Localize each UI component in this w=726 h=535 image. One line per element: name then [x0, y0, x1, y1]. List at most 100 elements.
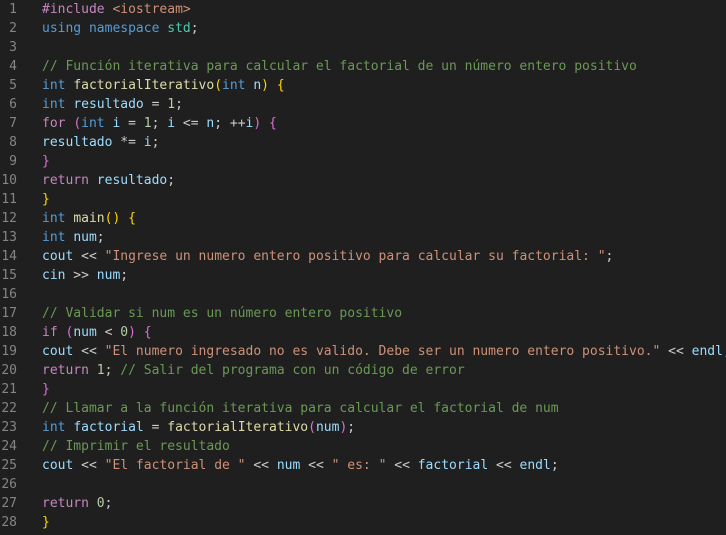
- code-token: ;: [96, 230, 105, 245]
- code-text: // Validar si num es un número entero po…: [42, 304, 402, 323]
- code-token: {: [143, 325, 152, 340]
- code-token: <iostream>: [112, 2, 191, 17]
- code-line[interactable]: 17 // Validar si num es un número entero …: [0, 304, 726, 323]
- code-token: int: [42, 78, 66, 93]
- code-token: // Llamar a la función iterativa para ca…: [42, 401, 559, 416]
- code-token: >>: [65, 268, 97, 283]
- code-line[interactable]: 10 return resultado;: [0, 171, 726, 190]
- line-number: 9: [9, 154, 17, 169]
- code-line[interactable]: 11}: [0, 190, 726, 209]
- code-token: int: [81, 116, 105, 131]
- code-line[interactable]: 1 #include <iostream>: [0, 0, 726, 19]
- code-token: "Ingrese un numero entero positivo para …: [104, 249, 606, 264]
- code-token: ; ++: [214, 116, 246, 131]
- code-token: <=: [175, 116, 207, 131]
- code-text: cin >> num;: [42, 266, 128, 285]
- code-line[interactable]: 22 // Llamar a la función iterativa para …: [0, 399, 726, 418]
- code-text: for (int i = 1; i <= n; ++i) {: [42, 114, 277, 133]
- code-line[interactable]: 15 cin >> num;: [0, 266, 726, 285]
- code-line[interactable]: 5 int factorialIterativo(int n) {: [0, 76, 726, 95]
- line-number: 24: [1, 439, 17, 454]
- code-token: num: [276, 458, 301, 473]
- code-token: "El factorial de ": [104, 458, 246, 473]
- line-number: 20: [1, 363, 17, 378]
- code-text: // Imprimir el resultado: [42, 437, 230, 456]
- code-token: #include: [42, 2, 105, 17]
- code-line[interactable]: 19 cout << "El numero ingresado no es val…: [0, 342, 726, 361]
- code-line[interactable]: 26: [0, 475, 726, 494]
- code-token: <<: [386, 458, 418, 473]
- code-token: int: [42, 97, 66, 112]
- line-number: 19: [1, 344, 17, 359]
- code-line[interactable]: 13 int num;: [0, 228, 726, 247]
- code-token: <<: [73, 344, 105, 359]
- code-token: =: [143, 420, 168, 435]
- code-line[interactable]: 25 cout << "El factorial de " << num << "…: [0, 456, 726, 475]
- line-number: 25: [1, 458, 17, 473]
- code-line[interactable]: 2 using namespace std;: [0, 19, 726, 38]
- code-text: // Función iterativa para calcular el fa…: [42, 57, 637, 76]
- line-number: 23: [1, 420, 17, 435]
- code-token: {: [276, 78, 285, 93]
- code-line[interactable]: 12 int main() {: [0, 209, 726, 228]
- code-text: cout << "Ingrese un numero entero positi…: [42, 247, 613, 266]
- code-token: ;: [550, 458, 559, 473]
- code-token: ;: [151, 116, 168, 131]
- line-number: 11: [1, 192, 17, 207]
- code-token: =: [120, 116, 144, 131]
- code-line[interactable]: 18 if (num < 0) {: [0, 323, 726, 342]
- line-number: 28: [1, 515, 17, 530]
- code-line[interactable]: 24 // Imprimir el resultado: [0, 437, 726, 456]
- code-token: }: [42, 515, 50, 530]
- line-number: 27: [1, 496, 17, 511]
- code-line[interactable]: 28}: [0, 513, 726, 532]
- code-text: int main() {: [42, 209, 136, 228]
- code-token: "El numero ingresado no es valido. Debe …: [104, 344, 661, 359]
- code-text: return resultado;: [42, 171, 175, 190]
- code-token: <<: [488, 458, 520, 473]
- code-line[interactable]: 3: [0, 38, 726, 57]
- code-token: <<: [73, 458, 105, 473]
- code-line[interactable]: 20 return 1; // Salir del programa con un…: [0, 361, 726, 380]
- code-token: ;: [605, 249, 614, 264]
- code-token: ): [261, 78, 269, 93]
- code-line[interactable]: 6 int resultado = 1;: [0, 95, 726, 114]
- code-token: factorial: [417, 458, 489, 473]
- code-token: return: [42, 173, 89, 188]
- line-number: 2: [9, 21, 17, 36]
- code-text: return 0;: [42, 494, 112, 513]
- code-text: int factorial = factorialIterativo(num);: [42, 418, 355, 437]
- code-line[interactable]: 9}: [0, 152, 726, 171]
- line-number: 5: [9, 78, 17, 93]
- code-token: return: [42, 363, 89, 378]
- code-text: }: [42, 190, 50, 209]
- code-text: if (num < 0) {: [42, 323, 152, 342]
- line-number: 7: [9, 116, 17, 131]
- code-line[interactable]: 14 cout << "Ingrese un numero entero posi…: [0, 247, 726, 266]
- code-token: // Función iterativa para calcular el fa…: [42, 59, 637, 74]
- code-token: <<: [300, 458, 332, 473]
- code-token: return: [42, 496, 89, 511]
- code-line[interactable]: 8 resultado *= i;: [0, 133, 726, 152]
- code-line[interactable]: 4 // Función iterativa para calcular el f…: [0, 57, 726, 76]
- code-line[interactable]: 23 int factorial = factorialIterativo(num…: [0, 418, 726, 437]
- code-line[interactable]: 7 for (int i = 1; i <= n; ++i) {: [0, 114, 726, 133]
- code-line[interactable]: 27 return 0;: [0, 494, 726, 513]
- code-token: num: [73, 230, 97, 245]
- line-number: 13: [1, 230, 17, 245]
- code-token: cout: [42, 344, 74, 359]
- code-text: int factorialIterativo(int n) {: [42, 76, 285, 95]
- line-number: 21: [1, 382, 17, 397]
- code-editor[interactable]: 1 #include <iostream> 2 using namespace std…: [0, 0, 726, 535]
- code-token: ): [128, 325, 136, 340]
- code-token: 1: [96, 363, 105, 378]
- code-token: num: [73, 325, 97, 340]
- code-token: }: [42, 382, 50, 397]
- code-line[interactable]: 16: [0, 285, 726, 304]
- code-line[interactable]: 21}: [0, 380, 726, 399]
- code-text: }: [42, 513, 50, 532]
- code-token: *=: [112, 135, 144, 150]
